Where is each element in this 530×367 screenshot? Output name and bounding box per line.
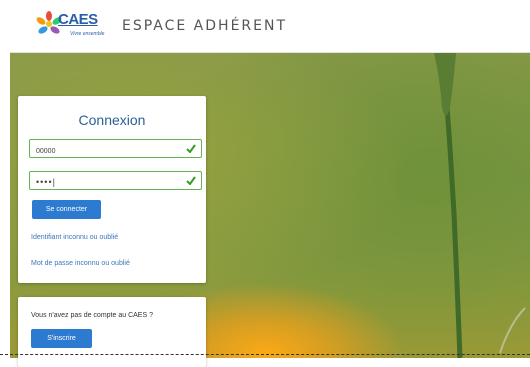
password-field[interactable] <box>29 171 202 191</box>
page-title: ESPACE ADHÉRENT <box>122 18 288 34</box>
check-icon <box>186 144 196 153</box>
caes-logo[interactable]: CAES Vivre ensemble <box>36 10 106 44</box>
login-button[interactable]: Se connecter <box>32 200 101 219</box>
forgot-id-link[interactable]: Identifiant inconnu ou oublié <box>31 234 118 241</box>
signup-card: Vous n'avez pas de compte au CAES ? S'in… <box>18 297 206 367</box>
username-field[interactable] <box>29 139 202 160</box>
logo-text: CAES <box>58 11 98 28</box>
logo-tagline: Vivre ensemble <box>70 31 105 37</box>
top-header: CAES Vivre ensemble ESPACE ADHÉRENT <box>10 0 530 53</box>
login-title: Connexion <box>78 112 146 128</box>
signup-prompt: Vous n'avez pas de compte au CAES ? <box>31 312 153 319</box>
login-card: Connexion Se connecter Identifiant incon… <box>18 96 206 283</box>
username-input[interactable] <box>30 143 186 160</box>
password-input[interactable] <box>30 173 186 191</box>
signup-button[interactable]: S'inscrire <box>31 329 92 348</box>
viewport-cutoff-line <box>0 354 530 355</box>
check-icon <box>186 176 196 185</box>
forgot-password-link[interactable]: Mot de passe inconnu ou oublié <box>31 260 130 267</box>
